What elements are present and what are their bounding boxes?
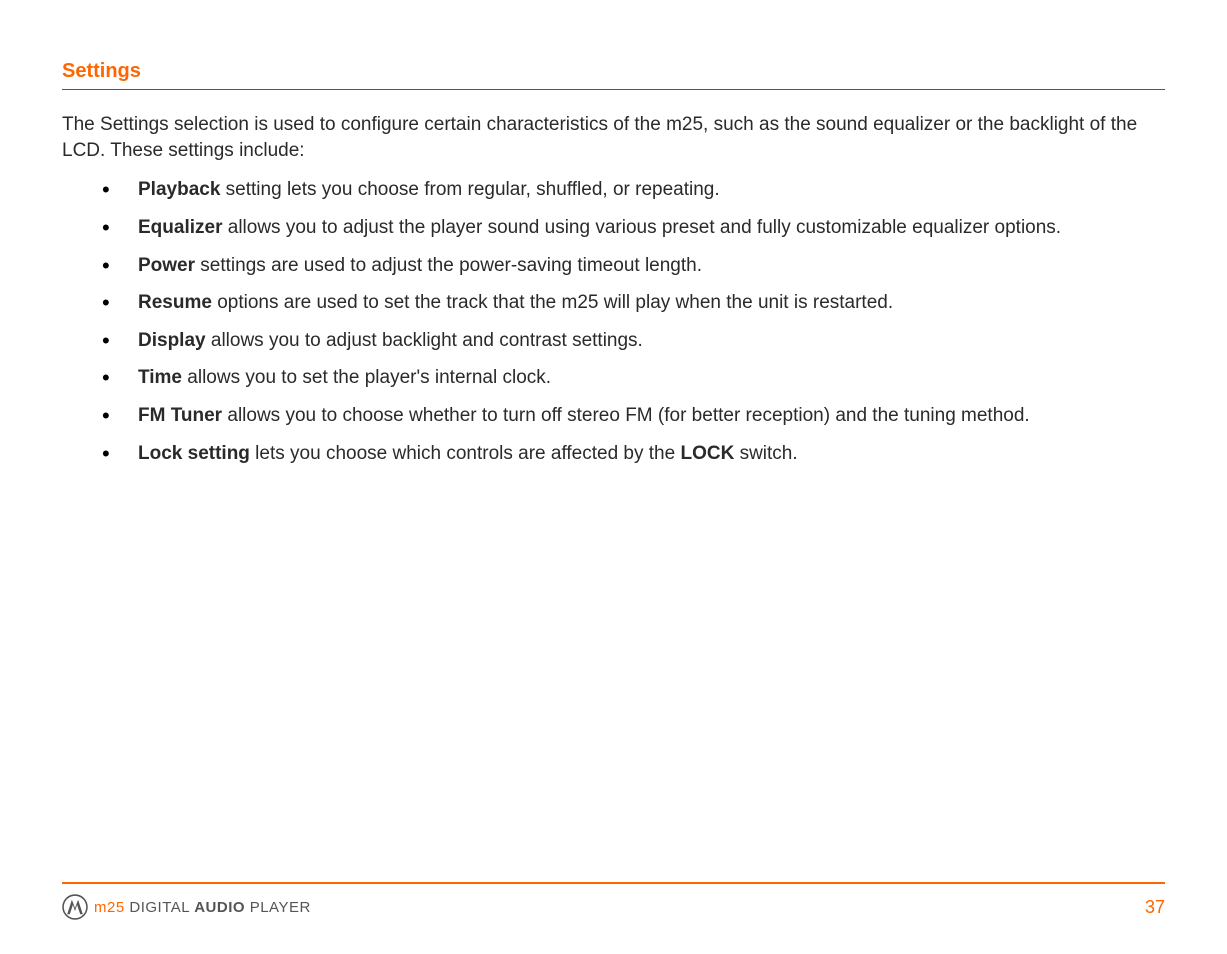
list-item: Lock setting lets you choose which contr… xyxy=(102,441,1165,467)
list-item: Display allows you to adjust backlight a… xyxy=(102,328,1165,354)
setting-term: Resume xyxy=(138,292,212,313)
list-item: Resume options are used to set the track… xyxy=(102,290,1165,316)
section-heading: Settings xyxy=(62,60,1165,90)
setting-description-post: switch. xyxy=(734,443,797,464)
footer-digital: DIGITAL xyxy=(125,899,195,916)
setting-term: Power xyxy=(138,255,195,276)
setting-description: options are used to set the track that t… xyxy=(212,292,893,313)
motorola-logo-icon xyxy=(62,894,88,920)
list-item: Equalizer allows you to adjust the playe… xyxy=(102,215,1165,241)
footer-player: PLAYER xyxy=(245,899,311,916)
setting-term: FM Tuner xyxy=(138,405,222,426)
setting-term: Display xyxy=(138,330,206,351)
list-item: Power settings are used to adjust the po… xyxy=(102,253,1165,279)
page-footer: m25 DIGITAL AUDIO PLAYER 37 xyxy=(62,882,1165,920)
setting-term: Time xyxy=(138,367,182,388)
setting-description: allows you to adjust backlight and contr… xyxy=(206,330,643,351)
setting-description: allows you to set the player's internal … xyxy=(182,367,551,388)
setting-description: allows you to adjust the player sound us… xyxy=(222,217,1061,238)
footer-row: m25 DIGITAL AUDIO PLAYER 37 xyxy=(62,894,1165,920)
page-number: 37 xyxy=(1145,897,1165,918)
list-item: Time allows you to set the player's inte… xyxy=(102,365,1165,391)
setting-term: Equalizer xyxy=(138,217,222,238)
list-item: FM Tuner allows you to choose whether to… xyxy=(102,403,1165,429)
setting-description: allows you to choose whether to turn off… xyxy=(222,405,1030,426)
footer-left: m25 DIGITAL AUDIO PLAYER xyxy=(62,894,311,920)
lock-word: LOCK xyxy=(680,443,734,464)
document-page: Settings The Settings selection is used … xyxy=(0,0,1227,954)
intro-paragraph: The Settings selection is used to config… xyxy=(62,112,1165,163)
setting-description: settings are used to adjust the power-sa… xyxy=(195,255,702,276)
settings-list: Playback setting lets you choose from re… xyxy=(102,177,1165,466)
setting-description: setting lets you choose from regular, sh… xyxy=(220,179,719,200)
footer-m25: m25 xyxy=(94,899,125,916)
footer-rule xyxy=(62,882,1165,884)
list-item: Playback setting lets you choose from re… xyxy=(102,177,1165,203)
setting-term: Lock setting xyxy=(138,443,250,464)
footer-product-text: m25 DIGITAL AUDIO PLAYER xyxy=(94,899,311,916)
setting-description-pre: lets you choose which controls are affec… xyxy=(250,443,681,464)
setting-term: Playback xyxy=(138,179,220,200)
footer-audio: AUDIO xyxy=(194,899,245,916)
